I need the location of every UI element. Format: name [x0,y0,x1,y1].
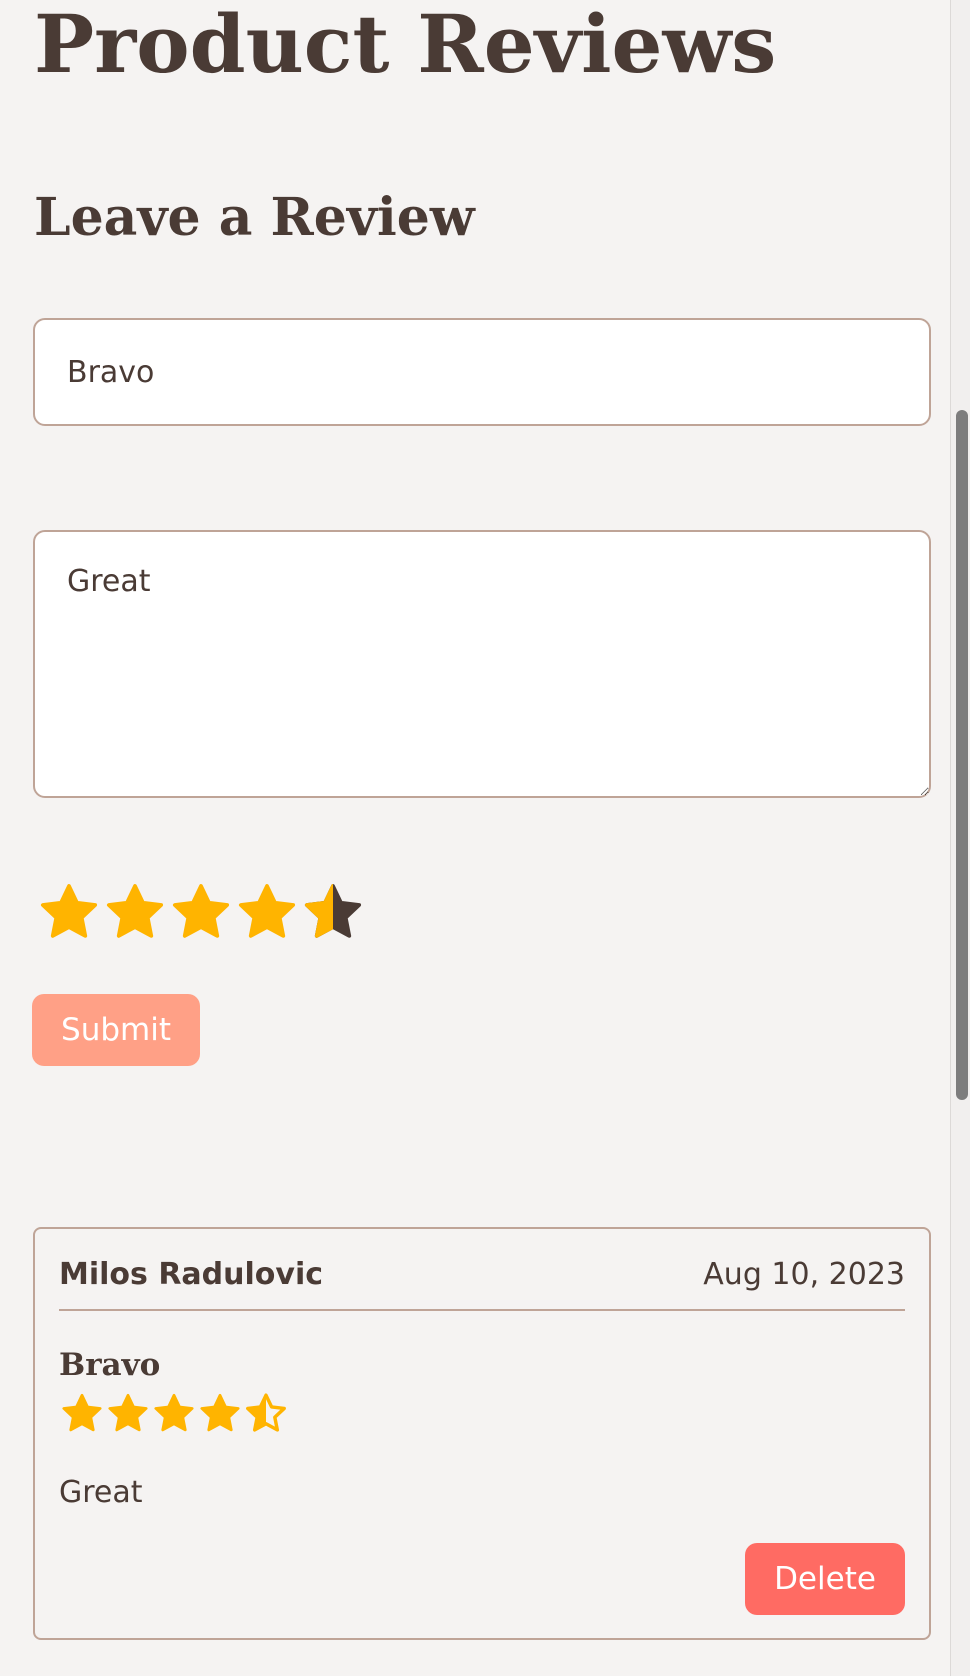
form-heading: Leave a Review [34,187,475,248]
scrollbar-thumb[interactable] [956,410,968,1100]
review-title: Bravo [59,1347,161,1383]
scrollbar[interactable] [950,0,970,1676]
review-rating [59,1391,289,1437]
delete-button[interactable]: Delete [745,1543,905,1615]
star-icon [234,880,300,946]
star-half-outline-icon [243,1391,289,1437]
rating-input[interactable] [36,880,366,946]
review-title-input[interactable] [33,318,931,426]
page-title: Product Reviews [34,0,777,91]
star-icon [105,1391,151,1437]
review-card: Milos Radulovic Aug 10, 2023 Bravo Great… [33,1227,931,1640]
review-date: Aug 10, 2023 [703,1257,905,1292]
submit-button[interactable]: Submit [32,994,200,1066]
star-icon [59,1391,105,1437]
star-icon [36,880,102,946]
star-icon [102,880,168,946]
star-half-icon [300,880,366,946]
review-body: Great [59,1475,143,1510]
review-author: Milos Radulovic [59,1257,324,1292]
star-icon [151,1391,197,1437]
page: Product Reviews Leave a Review Great Sub… [0,0,950,1676]
star-icon [197,1391,243,1437]
review-divider [59,1309,905,1311]
review-body-input[interactable]: Great [33,530,931,798]
star-icon [168,880,234,946]
